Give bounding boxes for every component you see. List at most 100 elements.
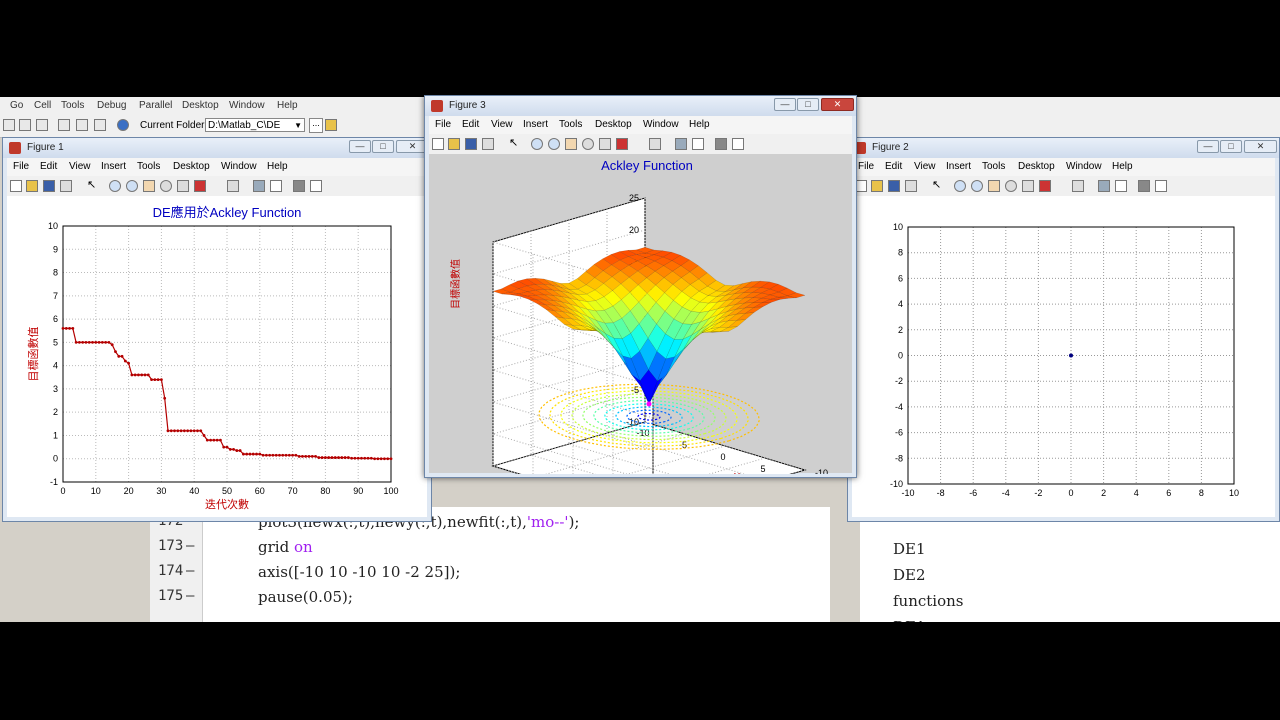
- menu-window[interactable]: Window: [1066, 161, 1102, 172]
- figure3-chart[interactable]: Ackley Function-10-50510152025-10-50510-…: [429, 154, 852, 531]
- menu-edit[interactable]: Edit: [462, 119, 479, 130]
- legend-icon[interactable]: [692, 138, 704, 150]
- current-folder-input[interactable]: D:\Matlab_C\DE ▼: [205, 118, 305, 132]
- zoom-in-icon[interactable]: [954, 180, 966, 192]
- print-icon[interactable]: [60, 180, 72, 192]
- brush-icon[interactable]: [194, 180, 206, 192]
- pan-icon[interactable]: [565, 138, 577, 150]
- datacursor-icon[interactable]: [177, 180, 189, 192]
- menu-desktop[interactable]: Desktop: [173, 161, 210, 172]
- dropdown-arrow-icon[interactable]: ▼: [294, 119, 302, 132]
- menu-insert[interactable]: Insert: [523, 119, 548, 130]
- menu-desktop[interactable]: Desktop: [1018, 161, 1055, 172]
- browse-folder-button[interactable]: ...: [309, 118, 323, 133]
- menu-insert[interactable]: Insert: [946, 161, 971, 172]
- minimize-button[interactable]: —: [1197, 140, 1219, 153]
- code-line[interactable]: axis([-10 10 -10 10 -2 25]);: [258, 563, 460, 581]
- menu-window[interactable]: Window: [643, 119, 679, 130]
- hide-tools-icon[interactable]: [293, 180, 305, 192]
- link-icon[interactable]: [649, 138, 661, 150]
- menu-file[interactable]: File: [858, 161, 874, 172]
- figure2-chart[interactable]: -10 -8 -6 -4 -2 0 2 4 6 8 10 -10 -8 -6 -4 -2 0 2 4 6 8 10: [852, 196, 1275, 516]
- code-line[interactable]: pause(0.05);: [258, 588, 353, 606]
- redo-icon[interactable]: [36, 119, 48, 131]
- close-button[interactable]: ✕: [1244, 140, 1277, 153]
- brush-icon[interactable]: [1039, 180, 1051, 192]
- workspace-item[interactable]: DE2: [893, 566, 926, 584]
- guide-icon[interactable]: [76, 119, 88, 131]
- menu-desktop[interactable]: Desktop: [182, 100, 219, 111]
- colorbar-icon[interactable]: [675, 138, 687, 150]
- menu-debug[interactable]: Debug: [97, 100, 126, 111]
- rotate-icon[interactable]: [1005, 180, 1017, 192]
- pointer-icon[interactable]: ↖: [87, 178, 99, 191]
- colorbar-icon[interactable]: [1098, 180, 1110, 192]
- maximize-button[interactable]: □: [372, 140, 394, 153]
- profiler-icon[interactable]: [94, 119, 106, 131]
- menu-tools[interactable]: Tools: [137, 161, 160, 172]
- hide-tools-icon[interactable]: [715, 138, 727, 150]
- zoom-out-icon[interactable]: [126, 180, 138, 192]
- save-icon[interactable]: [43, 180, 55, 192]
- save-icon[interactable]: [465, 138, 477, 150]
- zoom-in-icon[interactable]: [109, 180, 121, 192]
- menu-desktop[interactable]: Desktop: [595, 119, 632, 130]
- menu-file[interactable]: File: [435, 119, 451, 130]
- show-tools-icon[interactable]: [310, 180, 322, 192]
- simulink-icon[interactable]: [58, 119, 70, 131]
- close-button[interactable]: ✕: [821, 98, 854, 111]
- figure1-titlebar[interactable]: Figure 1 — □ ✕: [3, 138, 431, 158]
- code-line[interactable]: grid on: [258, 538, 313, 556]
- menu-tools[interactable]: Tools: [559, 119, 582, 130]
- workspace-item[interactable]: DE1: [893, 540, 926, 558]
- undo-icon[interactable]: [19, 119, 31, 131]
- datacursor-icon[interactable]: [1022, 180, 1034, 192]
- maximize-button[interactable]: □: [1220, 140, 1242, 153]
- menu-parallel[interactable]: Parallel: [139, 100, 172, 111]
- pan-icon[interactable]: [988, 180, 1000, 192]
- menu-file[interactable]: File: [13, 161, 29, 172]
- workspace-item[interactable]: functions: [893, 592, 964, 610]
- legend-icon[interactable]: [270, 180, 282, 192]
- print-icon[interactable]: [905, 180, 917, 192]
- rotate-icon[interactable]: [582, 138, 594, 150]
- save-icon[interactable]: [888, 180, 900, 192]
- menu-help[interactable]: Help: [267, 161, 288, 172]
- menu-edit[interactable]: Edit: [885, 161, 902, 172]
- zoom-in-icon[interactable]: [531, 138, 543, 150]
- workspace-item[interactable]: DE1: [893, 618, 926, 622]
- hide-tools-icon[interactable]: [1138, 180, 1150, 192]
- menu-cell[interactable]: Cell: [34, 100, 51, 111]
- brush-icon[interactable]: [616, 138, 628, 150]
- print-icon[interactable]: [482, 138, 494, 150]
- menu-help[interactable]: Help: [1112, 161, 1133, 172]
- minimize-button[interactable]: —: [349, 140, 371, 153]
- new-figure-icon[interactable]: [432, 138, 444, 150]
- menu-view[interactable]: View: [69, 161, 91, 172]
- open-icon[interactable]: [26, 180, 38, 192]
- figure3-titlebar[interactable]: Figure 3 — □ ✕: [425, 96, 856, 116]
- figure2-titlebar[interactable]: Figure 2 — □ ✕: [848, 138, 1279, 158]
- folder-up-icon[interactable]: [325, 119, 337, 131]
- pointer-icon[interactable]: ↖: [509, 136, 521, 149]
- code-editor[interactable]: 172 — plot3(newx(:,t),newy(:,t),newfit(:…: [150, 507, 830, 622]
- link-icon[interactable]: [1072, 180, 1084, 192]
- menu-view[interactable]: View: [914, 161, 936, 172]
- maximize-button[interactable]: □: [797, 98, 819, 111]
- open-icon[interactable]: [871, 180, 883, 192]
- pointer-icon[interactable]: ↖: [932, 178, 944, 191]
- menu-help[interactable]: Help: [277, 100, 298, 111]
- legend-icon[interactable]: [1115, 180, 1127, 192]
- menu-window[interactable]: Window: [221, 161, 257, 172]
- pan-icon[interactable]: [143, 180, 155, 192]
- show-tools-icon[interactable]: [1155, 180, 1167, 192]
- figure1-chart[interactable]: DE應用於Ackley Function0 10 20 30 40 50 60 70 80 90 1…: [7, 196, 427, 516]
- menu-edit[interactable]: Edit: [40, 161, 57, 172]
- menu-view[interactable]: View: [491, 119, 513, 130]
- zoom-out-icon[interactable]: [548, 138, 560, 150]
- colorbar-icon[interactable]: [253, 180, 265, 192]
- help-icon[interactable]: [117, 119, 129, 131]
- show-tools-icon[interactable]: [732, 138, 744, 150]
- menu-go[interactable]: Go: [10, 100, 23, 111]
- datacursor-icon[interactable]: [599, 138, 611, 150]
